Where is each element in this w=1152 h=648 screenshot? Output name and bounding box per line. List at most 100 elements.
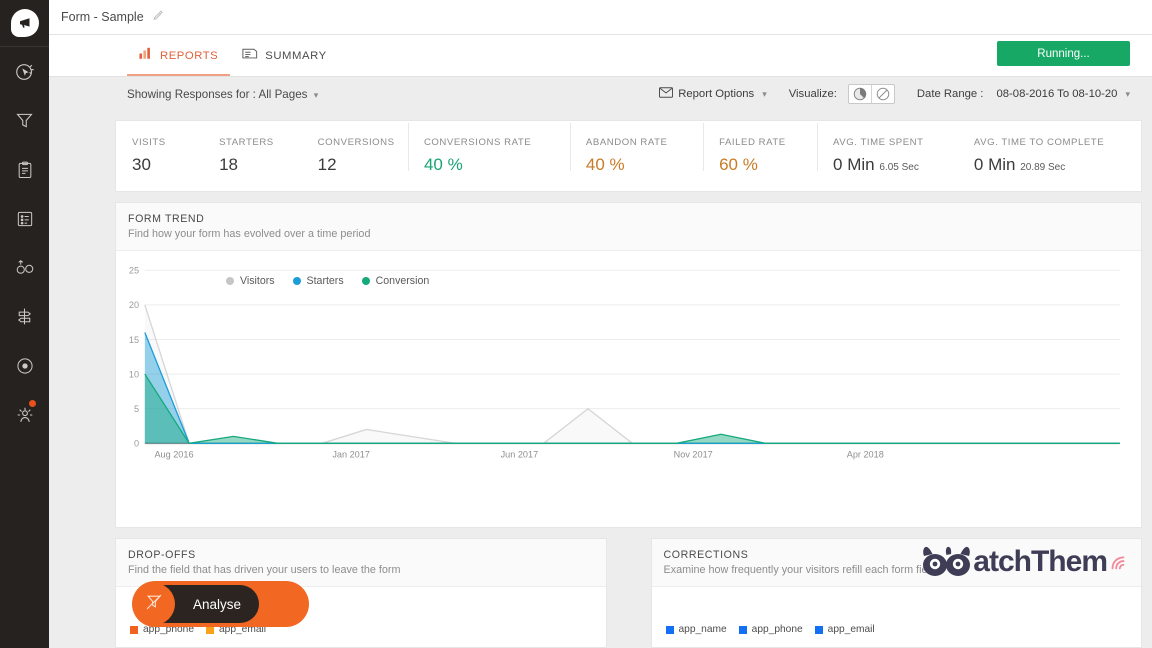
notification-badge-dot xyxy=(28,399,37,408)
running-status-button[interactable]: Running... xyxy=(997,41,1130,66)
legend-label: app_phone xyxy=(752,624,803,635)
pencil-icon[interactable] xyxy=(152,10,164,25)
date-range-selector[interactable]: Date Range : 08-08-2016 To 08-10-20 ▾ xyxy=(917,88,1130,100)
bar-chart-icon xyxy=(139,47,153,65)
report-options-button[interactable]: Report Options ▾ xyxy=(659,87,767,101)
stat-failed-rate: FAILED RATE 60 % xyxy=(703,137,817,175)
stat-label: CONVERSIONS xyxy=(318,137,408,148)
app-root: Form - Sample REPORTS xyxy=(0,0,1152,648)
ab-test-icon xyxy=(14,258,36,278)
sidebar-item-campaigns[interactable] xyxy=(0,47,49,96)
cursor-click-icon xyxy=(14,61,36,83)
main-area: Form - Sample REPORTS xyxy=(49,0,1152,648)
visualize-label: Visualize: xyxy=(789,88,837,100)
no-entry-circle-icon[interactable] xyxy=(872,84,894,104)
clipboard-icon xyxy=(15,160,35,180)
sidebar-item-audience[interactable] xyxy=(0,390,49,439)
corrections-card: CORRECTIONS Examine how frequently your … xyxy=(651,538,1143,648)
sidebar-item-journeys[interactable] xyxy=(0,292,49,341)
legend-item[interactable]: app_name xyxy=(666,624,727,635)
showing-responses-label: Showing Responses for : All Pages xyxy=(127,88,307,101)
document-icon xyxy=(242,47,258,65)
corrections-chart: app_name app_phone app_email xyxy=(652,587,1142,647)
analyse-fab-button[interactable] xyxy=(133,583,175,625)
report-toolbar: Showing Responses for : All Pages ▾ Repo… xyxy=(49,77,1152,111)
stat-label: AVG. TIME SPENT xyxy=(833,137,958,148)
legend-swatch xyxy=(739,626,747,634)
page-title: Form - Sample xyxy=(61,10,144,24)
tab-reports-label: REPORTS xyxy=(160,50,218,62)
stat-abandon-rate: ABANDON RATE 40 % xyxy=(570,137,703,175)
corrections-legend: app_name app_phone app_email xyxy=(666,624,875,635)
chevron-down-icon: ▾ xyxy=(1125,89,1130,100)
tab-reports[interactable]: REPORTS xyxy=(127,35,230,76)
watchthem-wordmark: atchThem xyxy=(973,547,1107,577)
sidebar-item-reports[interactable] xyxy=(0,194,49,243)
dropoffs-header: DROP-OFFS Find the field that has driven… xyxy=(116,539,606,587)
stat-value: 40 % xyxy=(424,155,570,175)
stat-avg-time-to-complete: AVG. TIME TO COMPLETE 0 Min 20.89 Sec xyxy=(958,137,1141,175)
sidebar-item-goals[interactable] xyxy=(0,341,49,390)
sidebar-item-ab-testing[interactable] xyxy=(0,243,49,292)
stat-label: FAILED RATE xyxy=(719,137,817,148)
stat-value: 0 Min 20.89 Sec xyxy=(974,155,1141,175)
stat-value-sub: 6.05 Sec xyxy=(879,162,918,173)
form-trend-card: FORM TREND Find how your form has evolve… xyxy=(115,202,1142,528)
bottom-cards-row: DROP-OFFS Find the field that has driven… xyxy=(115,538,1142,648)
visualize-group: Visualize: xyxy=(789,84,895,104)
envelope-icon xyxy=(659,87,673,101)
legend-item[interactable]: app_phone xyxy=(739,624,803,635)
report-options-label: Report Options xyxy=(678,88,754,100)
stat-avg-time-spent: AVG. TIME SPENT 0 Min 6.05 Sec xyxy=(817,137,958,175)
megaphone-icon xyxy=(11,9,39,37)
dropoffs-subtitle: Find the field that has driven your user… xyxy=(128,564,606,576)
stat-value-sub: 20.89 Sec xyxy=(1020,162,1065,173)
target-icon xyxy=(15,356,35,376)
toolbar-right-group: Report Options ▾ Visualize: xyxy=(637,84,1130,104)
stat-value: 40 % xyxy=(586,155,703,175)
sidebar-item-forms[interactable] xyxy=(0,145,49,194)
legend-swatch xyxy=(815,626,823,634)
stat-value: 30 xyxy=(132,155,203,175)
chart-plot-area xyxy=(116,251,1141,493)
showing-responses-selector[interactable]: Showing Responses for : All Pages ▾ xyxy=(127,88,318,101)
stat-label: AVG. TIME TO COMPLETE xyxy=(974,137,1141,148)
legend-swatch xyxy=(666,626,674,634)
analyse-tooltip-label: Analyse xyxy=(193,597,241,612)
stat-conversions-rate: CONVERSIONS RATE 40 % xyxy=(408,137,570,175)
title-bar: Form - Sample xyxy=(49,0,1152,35)
stat-label: STARTERS xyxy=(219,137,302,148)
date-range-label: Date Range : xyxy=(917,88,984,100)
tab-summary[interactable]: SUMMARY xyxy=(230,35,338,76)
funnel-analyse-icon xyxy=(144,592,164,617)
stat-value: 12 xyxy=(318,155,408,175)
signal-waves-icon xyxy=(1107,551,1129,573)
watchthem-watermark: atchThem xyxy=(921,545,1129,579)
stat-label: VISITS xyxy=(132,137,203,148)
form-trend-subtitle: Find how your form has evolved over a ti… xyxy=(128,228,1141,240)
form-trend-chart: VisitorsStartersConversion 0510152025Aug… xyxy=(116,251,1141,527)
form-trend-title: FORM TREND xyxy=(128,213,1141,225)
stat-starters: STARTERS 18 xyxy=(203,137,302,175)
app-logo[interactable] xyxy=(0,4,49,41)
legend-item[interactable]: app_email xyxy=(815,624,875,635)
stat-value: 60 % xyxy=(719,155,817,175)
legend-swatch xyxy=(130,626,138,634)
signpost-icon xyxy=(14,306,35,327)
stats-summary-card: VISITS 30 STARTERS 18 CONVERSIONS 12 CON… xyxy=(115,120,1142,192)
stat-label: ABANDON RATE xyxy=(586,137,703,148)
half-filled-circle-icon[interactable] xyxy=(849,84,871,104)
dropoffs-title: DROP-OFFS xyxy=(128,549,606,561)
dropoffs-card: DROP-OFFS Find the field that has driven… xyxy=(115,538,607,648)
funnel-icon xyxy=(14,110,35,131)
legend-label: app_email xyxy=(828,624,875,635)
stat-conversions: CONVERSIONS 12 xyxy=(302,137,408,175)
visualize-toggle-group xyxy=(848,84,895,104)
stat-visits: VISITS 30 xyxy=(116,137,203,175)
date-range-value: 08-08-2016 To 08-10-20 xyxy=(996,88,1117,100)
stat-value: 0 Min 6.05 Sec xyxy=(833,155,958,175)
tab-summary-label: SUMMARY xyxy=(265,50,326,62)
sidebar-item-funnels[interactable] xyxy=(0,96,49,145)
stat-value: 18 xyxy=(219,155,302,175)
legend-label: app_name xyxy=(679,624,727,635)
